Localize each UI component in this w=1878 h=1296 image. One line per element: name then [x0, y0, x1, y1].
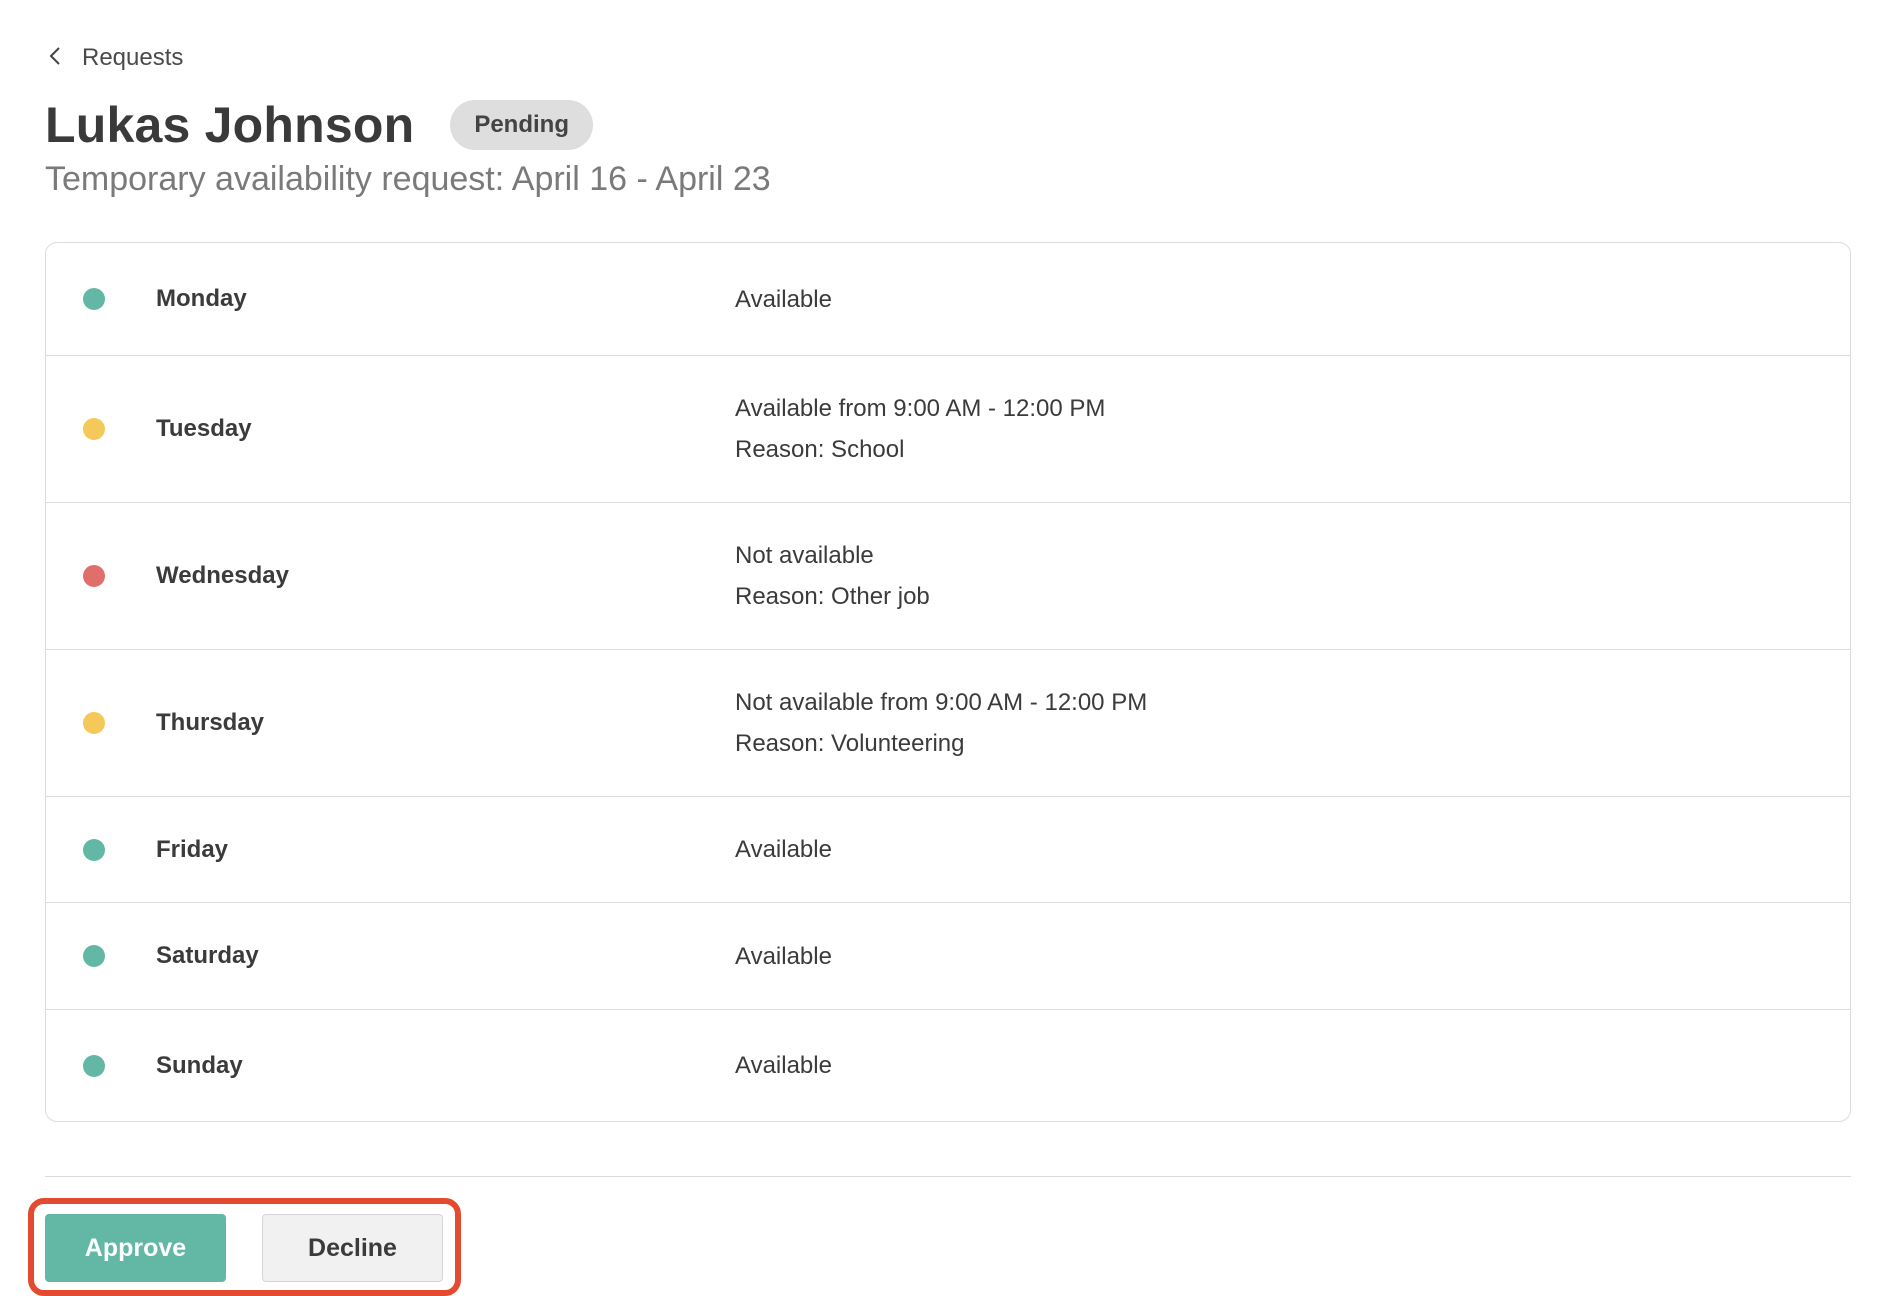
availability-detail: Available from 9:00 AM - 12:00 PM Reason…: [735, 388, 1105, 470]
back-to-requests-link[interactable]: Requests: [46, 44, 183, 72]
day-row: Sunday Available: [46, 1010, 1850, 1121]
availability-text: Not available: [735, 542, 874, 569]
status-badge: Pending: [450, 100, 593, 150]
section-divider: [45, 1176, 1851, 1177]
status-dot: [83, 565, 105, 587]
availability-text: Not available from 9:00 AM - 12:00 PM: [735, 689, 1148, 716]
decline-button[interactable]: Decline: [262, 1214, 443, 1282]
day-row: Monday Available: [46, 243, 1850, 356]
title-row: Lukas Johnson Pending: [45, 96, 593, 154]
back-link-label: Requests: [82, 44, 184, 71]
day-label: Saturday: [156, 942, 259, 969]
availability-reason: Reason: Volunteering: [735, 730, 965, 757]
availability-request-page: Requests Lukas Johnson Pending Temporary…: [0, 0, 1878, 1296]
status-dot: [83, 712, 105, 734]
availability-text: Available: [735, 1052, 832, 1079]
availability-detail: Available: [735, 936, 832, 977]
approve-button[interactable]: Approve: [45, 1214, 226, 1282]
availability-text: Available: [735, 836, 832, 863]
day-row: Wednesday Not available Reason: Other jo…: [46, 503, 1850, 650]
availability-detail: Available: [735, 279, 832, 320]
availability-card: Monday Available Tuesday Available from …: [45, 242, 1851, 1122]
day-label: Monday: [156, 285, 247, 312]
day-label: Sunday: [156, 1051, 243, 1079]
status-dot: [83, 1054, 105, 1077]
chevron-left-icon: [46, 45, 64, 72]
day-label: Wednesday: [156, 562, 289, 589]
availability-detail: Available: [735, 829, 832, 870]
availability-detail: Not available Reason: Other job: [735, 535, 930, 617]
availability-detail: Available: [735, 1045, 832, 1086]
page-title: Lukas Johnson: [45, 97, 415, 153]
day-label: Thursday: [156, 709, 265, 736]
day-row: Saturday Available: [46, 903, 1850, 1010]
day-label: Tuesday: [156, 415, 252, 442]
availability-reason: Reason: Other job: [735, 583, 930, 610]
availability-text: Available from 9:00 AM - 12:00 PM: [735, 395, 1106, 422]
availability-reason: Reason: School: [735, 436, 905, 463]
day-label: Friday: [156, 835, 229, 863]
status-dot: [83, 838, 105, 861]
availability-text: Available: [735, 285, 832, 313]
day-row: Tuesday Available from 9:00 AM - 12:00 P…: [46, 356, 1850, 503]
day-row: Friday Available: [46, 797, 1850, 903]
status-dot: [83, 945, 105, 967]
status-dot: [83, 418, 105, 440]
request-subtitle: Temporary availability request: April 16…: [45, 160, 771, 198]
availability-detail: Not available from 9:00 AM - 12:00 PM Re…: [735, 682, 1147, 764]
availability-text: Available: [735, 942, 832, 970]
status-dot: [83, 288, 105, 310]
day-row: Thursday Not available from 9:00 AM - 12…: [46, 650, 1850, 797]
